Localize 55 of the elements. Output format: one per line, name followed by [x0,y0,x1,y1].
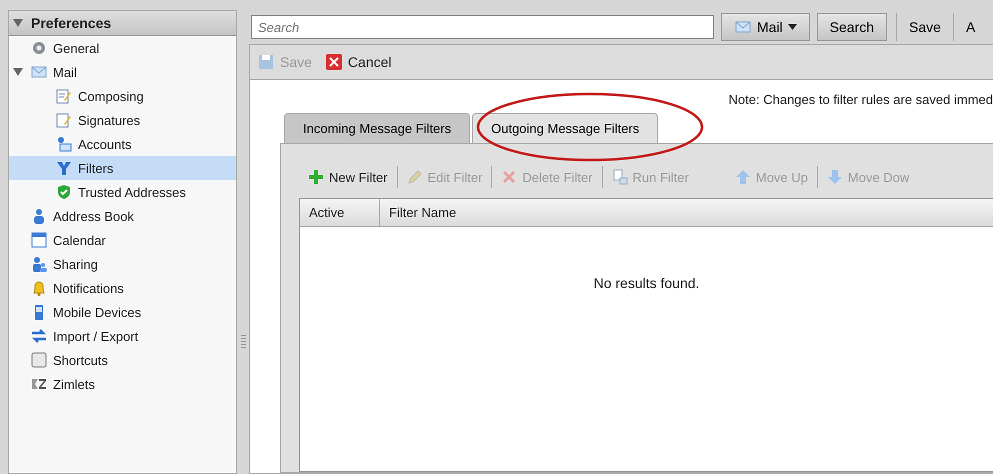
sidebar-item[interactable]: Notifications [9,276,236,300]
sidebar-item[interactable]: Filters [9,156,236,180]
filter-icon [56,160,72,176]
swap-arrows-icon [31,328,47,344]
toolbar-button[interactable]: Save [896,13,953,41]
panel-title: Preferences [31,15,112,31]
cancel-button[interactable]: Cancel [326,54,392,70]
sidebar-item[interactable]: Zimlets [9,372,236,396]
plus-icon [308,169,324,185]
shield-check-icon [56,184,72,200]
account-envelope-icon [56,136,72,152]
sidebar-item[interactable]: Mail [9,60,236,84]
column-header[interactable]: Active [300,199,380,226]
sidebar-item[interactable]: Mobile Devices [9,300,236,324]
envelope-icon [734,19,752,35]
up-arrow-icon [734,169,751,185]
document-run-icon [612,169,628,185]
sidebar-item[interactable]: General [9,36,236,60]
tab[interactable]: Outgoing Message Filters [472,113,658,143]
envelope-icon [31,64,47,80]
keyboard-key-icon [31,352,47,368]
signature-icon [56,112,72,128]
sidebar-item[interactable]: Sharing [9,252,236,276]
toolbar-button[interactable]: A [952,13,988,41]
sidebar-item[interactable]: Import / Export [9,324,236,348]
people-icon [31,256,47,272]
note-text: Note: Changes to filter rules are saved immed [728,92,993,107]
close-icon [326,54,342,70]
sidebar-item[interactable]: Address Book [9,204,236,228]
bell-icon [31,280,47,296]
sidebar-item[interactable]: Accounts [9,132,236,156]
expanded-arrow-icon[interactable] [13,67,23,77]
zimlet-icon [31,376,47,392]
delete-x-icon [501,169,518,185]
sidebar-item[interactable]: Shortcuts [9,348,236,372]
search-button[interactable]: Search [816,13,888,41]
sidebar-item[interactable]: Composing [9,84,236,108]
splitter-grip-icon[interactable] [240,335,246,349]
sidebar-item[interactable]: Trusted Addresses [9,180,236,204]
mail-scope-dropdown[interactable]: Mail [721,13,810,41]
sidebar-item[interactable]: Calendar [9,228,236,252]
tab[interactable]: Incoming Message Filters [284,113,470,143]
gear-icon [31,40,47,56]
calendar-icon [31,232,47,248]
person-icon [31,208,47,224]
search-field[interactable]: Search [251,15,714,39]
column-header[interactable]: Filter Name [380,199,993,226]
expanded-arrow-icon[interactable] [13,18,23,28]
note-pencil-icon [56,88,72,104]
down-arrow-icon [826,169,843,185]
caret-icon [788,24,797,30]
toolbar-button[interactable]: New Filter [299,169,397,185]
pencil-icon [406,169,423,185]
empty-message: No results found. [592,275,700,291]
sidebar-item[interactable]: Signatures [9,108,236,132]
